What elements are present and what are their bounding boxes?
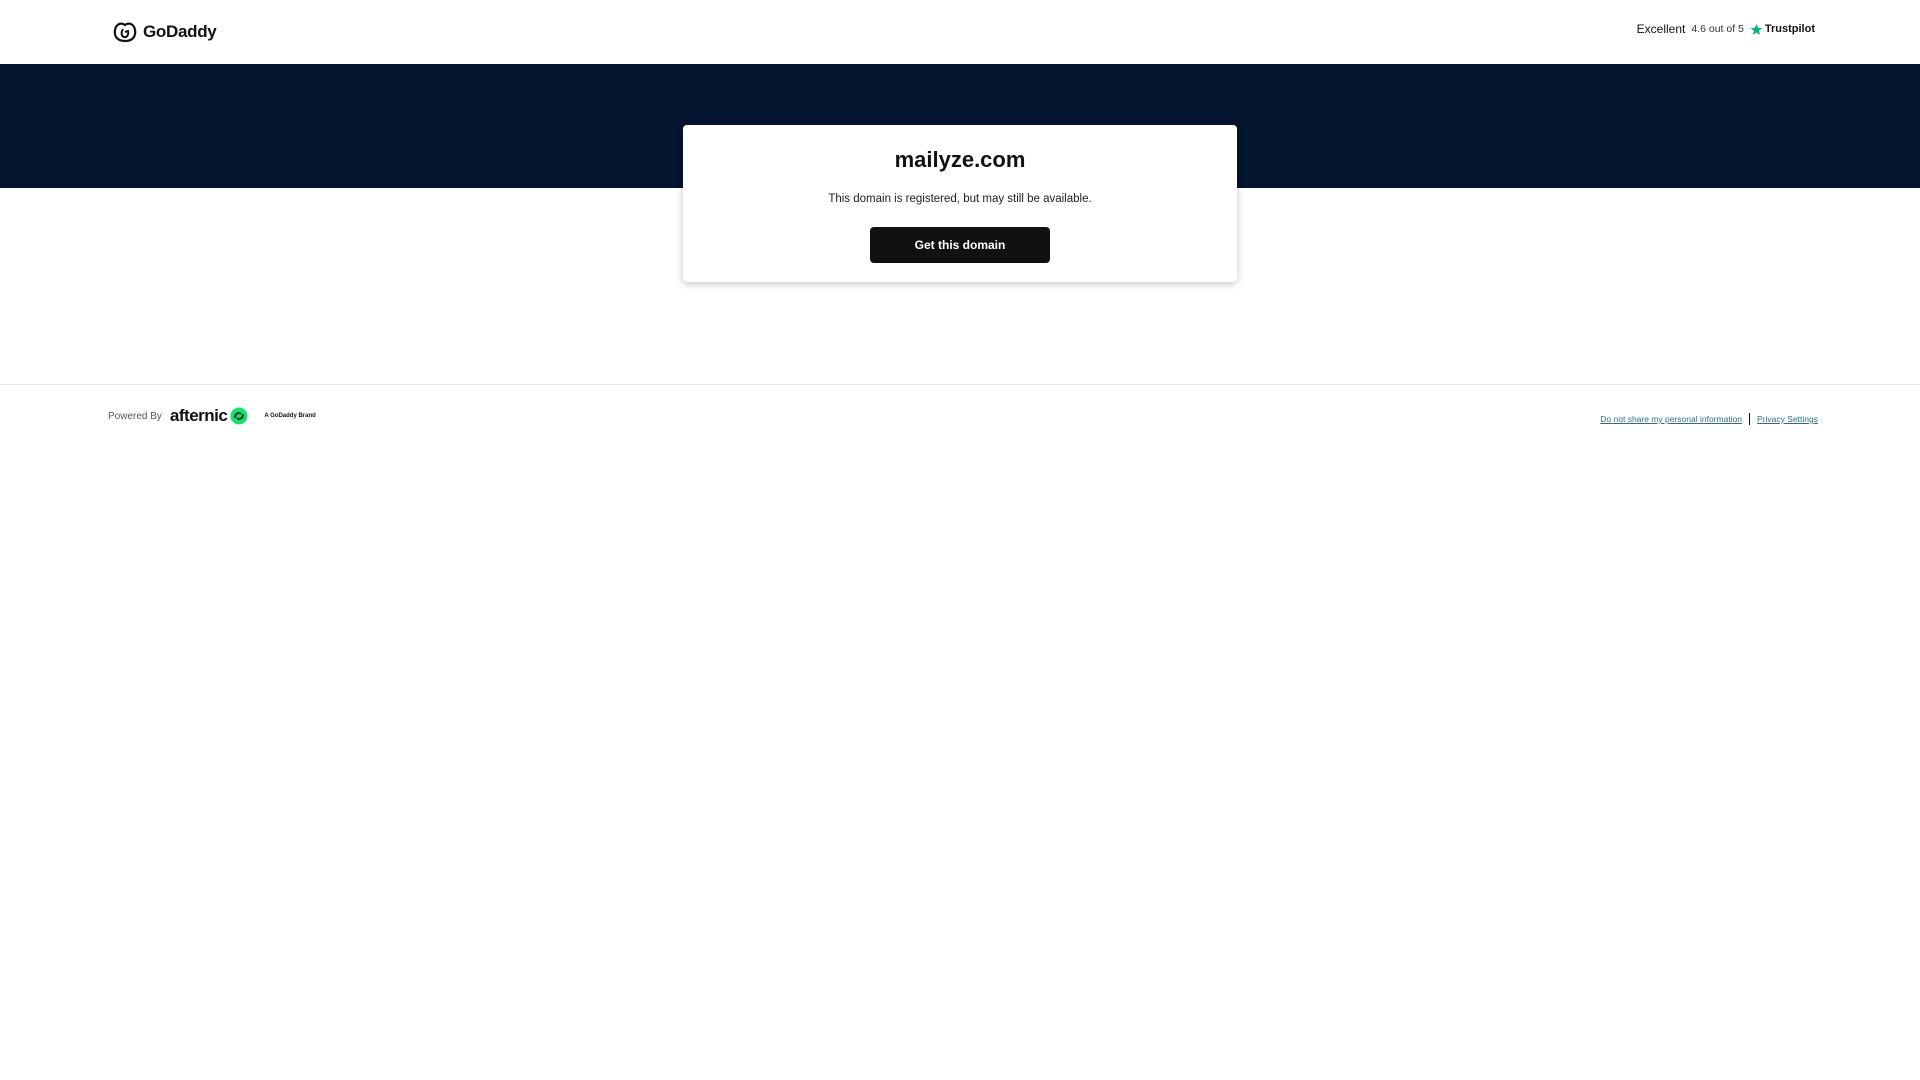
trustpilot-label: Trustpilot bbox=[1764, 23, 1815, 35]
footer-links: Do not share my personal information Pri… bbox=[1600, 413, 1818, 425]
afternic-icon bbox=[230, 407, 248, 425]
trustpilot-rating[interactable]: Excellent 4.6 out of 5 Trustpilot bbox=[1637, 22, 1815, 36]
do-not-share-link[interactable]: Do not share my personal information bbox=[1600, 414, 1742, 424]
domain-title: mailyze.com bbox=[894, 147, 1026, 172]
afternic-logo[interactable]: afternic bbox=[170, 406, 248, 426]
domain-status-text: This domain is registered, but may still… bbox=[828, 193, 1092, 205]
privacy-settings-link[interactable]: Privacy Settings bbox=[1757, 414, 1818, 424]
godaddy-logo[interactable]: GoDaddy bbox=[113, 20, 217, 44]
link-separator bbox=[1749, 413, 1751, 425]
powered-by-label: Powered By bbox=[108, 410, 162, 422]
rating-score: 4.6 out of 5 bbox=[1691, 23, 1744, 35]
get-domain-button[interactable]: Get this domain bbox=[870, 227, 1050, 263]
trustpilot-brand: Trustpilot bbox=[1750, 23, 1815, 36]
rating-word: Excellent bbox=[1636, 22, 1686, 36]
powered-by: Powered By afternic A GoDaddy Brand bbox=[108, 406, 316, 426]
godaddy-logo-icon bbox=[113, 22, 137, 43]
godaddy-logo-text: GoDaddy bbox=[143, 22, 217, 41]
domain-card: mailyze.com This domain is registered, b… bbox=[683, 125, 1237, 282]
star-icon bbox=[1750, 23, 1763, 35]
site-header: GoDaddy Excellent 4.6 out of 5 Trustpilo… bbox=[0, 0, 1920, 64]
afternic-logo-text: afternic bbox=[169, 406, 228, 425]
footer-divider bbox=[0, 384, 1920, 385]
godaddy-brand-tag: A GoDaddy Brand bbox=[264, 413, 316, 419]
